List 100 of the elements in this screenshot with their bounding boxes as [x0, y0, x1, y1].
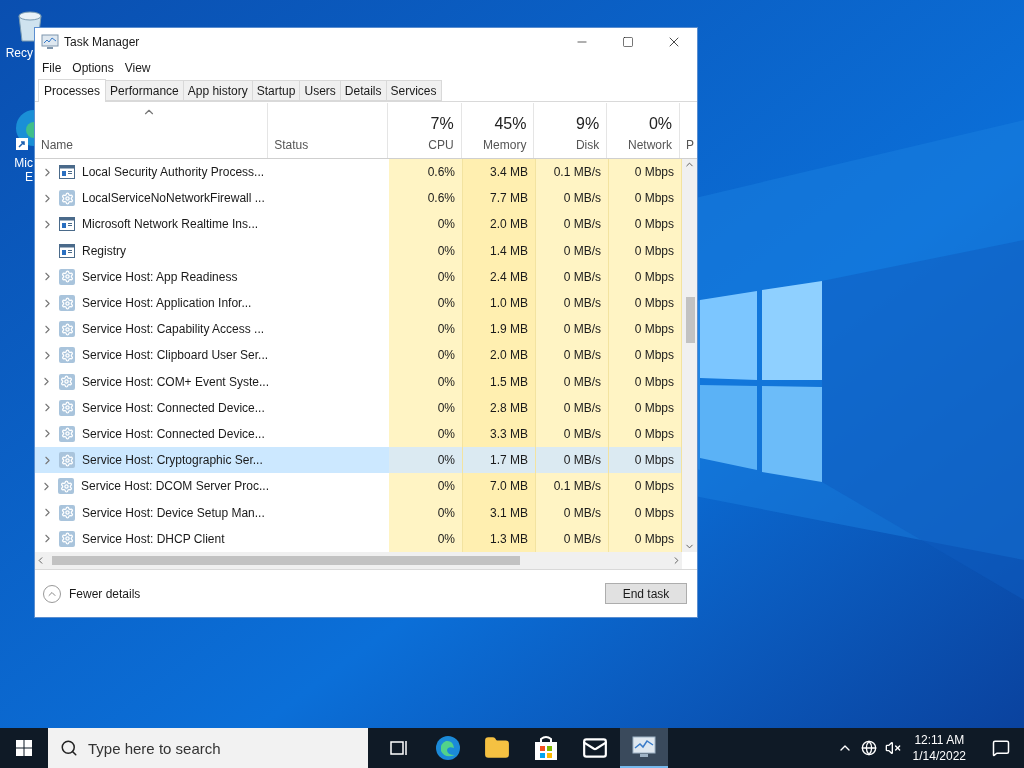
process-row[interactable]: Service Host: Device Setup Man... 0% 3.1 MB 0 MB/s 0 Mbps: [35, 499, 682, 526]
table-cell: 1.9 MB: [463, 316, 536, 343]
table-cell: 0%: [389, 394, 463, 421]
column-header[interactable]: 0% Network: [607, 103, 680, 158]
tab[interactable]: Services: [386, 80, 442, 101]
notifications-icon[interactable]: [992, 739, 1010, 757]
tab[interactable]: App history: [183, 80, 253, 101]
column-header[interactable]: 7% CPU: [387, 103, 462, 158]
fewer-details-toggle[interactable]: Fewer details: [43, 584, 141, 603]
tab[interactable]: Details: [340, 80, 387, 101]
window-icon: [59, 217, 75, 232]
browser-icon[interactable]: [13, 108, 34, 152]
table-cell: 1.5 MB: [463, 368, 536, 395]
column-header[interactable]: P: [680, 103, 697, 158]
table-cell: 0 Mbps: [609, 420, 682, 448]
table-cell: 3.3 MB: [463, 420, 536, 448]
search-field[interactable]: Type here to search: [48, 728, 368, 768]
table-cell: 0.6%: [389, 159, 463, 186]
table-cell: 0%: [389, 420, 463, 448]
gear-icon: [58, 478, 74, 495]
search-icon: [60, 739, 78, 757]
column-header[interactable]: 45% Memory: [461, 103, 535, 158]
gear-icon: [59, 399, 75, 416]
gear-icon: [59, 530, 75, 547]
shopping-bag-icon: [534, 735, 558, 761]
table-cell: 7.0 MB: [463, 473, 536, 500]
table-cell: 0%: [389, 316, 463, 343]
table-cell: 2.0 MB: [463, 342, 536, 369]
mail-icon: [582, 735, 608, 761]
horizontal-scrollbar[interactable]: [35, 552, 682, 569]
menu-item[interactable]: View: [119, 58, 156, 77]
process-row[interactable]: Service Host: App Readiness 0% 2.4 MB 0 MB/s 0 Mbps: [35, 263, 682, 290]
column-header[interactable]: Status: [268, 103, 388, 158]
date-text: 1/14/2022: [912, 748, 966, 764]
column-label: Status: [274, 137, 310, 154]
table-cell: 1.3 MB: [463, 525, 536, 552]
table-cell: 0 Mbps: [609, 394, 682, 421]
menu-item[interactable]: Options: [67, 58, 119, 77]
table-cell: 0 Mbps: [609, 447, 682, 474]
process-name: Service Host: Connected Device...: [82, 425, 265, 443]
globe-icon[interactable]: [860, 740, 877, 756]
process-row[interactable]: Service Host: Application Infor... 0% 1.0 MB 0 MB/s 0 Mbps: [35, 289, 682, 317]
process-row[interactable]: Registry 0% 1.4 MB 0 MB/s 0 Mbps: [35, 237, 682, 264]
scrollbar-thumb[interactable]: [686, 297, 695, 343]
table-cell: 0%: [389, 342, 463, 369]
process-row[interactable]: Service Host: DCOM Server Proc... 0% 7.0 MB 0.1 MB/s 0 Mbps: [35, 473, 682, 500]
vertical-scrollbar[interactable]: [682, 159, 697, 552]
table-cell: 1.4 MB: [463, 237, 536, 264]
table-cell: 0 MB/s: [536, 525, 609, 552]
process-name: Service Host: Application Infor...: [82, 295, 252, 313]
taskbar-app-button[interactable]: [620, 728, 668, 768]
column-label: Name: [41, 137, 74, 154]
scrollbar-thumb[interactable]: [52, 556, 520, 565]
process-row[interactable]: Service Host: Connected Device... 0% 2.8 MB 0 MB/s 0 Mbps: [35, 394, 682, 421]
desktop-icon-label: E: [25, 170, 34, 184]
table-cell: 0 MB/s: [536, 420, 609, 448]
column-header[interactable]: Name: [35, 103, 269, 158]
table-cell: 0 Mbps: [609, 473, 682, 500]
column-label: Network: [628, 137, 672, 154]
process-row[interactable]: Service Host: DHCP Client 0% 1.3 MB 0 MB/s 0 Mbps: [35, 525, 682, 552]
table-cell: 0.1 MB/s: [536, 159, 609, 186]
table-cell: 0 Mbps: [609, 263, 682, 290]
process-row[interactable]: Service Host: COM+ Event Syste... 0% 1.5 MB 0 MB/s 0 Mbps: [35, 368, 682, 395]
table-cell: 0%: [389, 263, 463, 290]
table-cell: 0.6%: [389, 185, 463, 212]
column-percent: 45%: [494, 114, 527, 134]
table-cell: 0 Mbps: [609, 211, 682, 238]
table-cell: 3.4 MB: [463, 159, 536, 186]
process-name: Service Host: Connected Device...: [82, 399, 265, 417]
process-name: Service Host: DHCP Client: [82, 530, 225, 548]
menu-item[interactable]: File: [37, 58, 67, 77]
end-task-button[interactable]: End task: [605, 583, 687, 604]
tab[interactable]: Processes: [38, 79, 107, 102]
desktop-icon-label: Mic: [14, 156, 34, 170]
tab[interactable]: Users: [300, 80, 341, 101]
time-text: 12:11 AM: [914, 732, 965, 748]
table-cell: 0%: [389, 473, 463, 500]
gear-icon: [59, 452, 75, 469]
process-row[interactable]: Service Host: Clipboard User Ser... 0% 2.0 MB 0 MB/s 0 Mbps: [35, 342, 682, 369]
column-header[interactable]: 9% Disk: [534, 103, 608, 158]
process-row[interactable]: LocalServiceNoNetworkFirewall ... 0.6% 7.7 MB 0 MB/s 0 Mbps: [35, 185, 682, 212]
process-row[interactable]: Microsoft Network Realtime Ins... 0% 2.0 MB 0 MB/s 0 Mbps: [35, 211, 682, 238]
task-view-icon: [389, 739, 409, 757]
process-row[interactable]: Local Security Authority Process... 0.6% 3.4 MB 0.1 MB/s 0 Mbps: [35, 159, 682, 186]
column-label: Disk: [575, 137, 600, 154]
table-cell: 0 Mbps: [609, 368, 682, 395]
column-label: P: [686, 137, 696, 154]
muted-speaker-icon[interactable]: [884, 740, 901, 756]
tab[interactable]: Startup: [252, 80, 301, 101]
process-row[interactable]: Service Host: Connected Device... 0% 3.3 MB 0 MB/s 0 Mbps: [35, 420, 682, 448]
gear-icon: [59, 190, 75, 207]
gear-icon: [59, 425, 75, 442]
process-row[interactable]: Service Host: Cryptographic Ser... 0% 1.7 MB 0 MB/s 0 Mbps: [35, 447, 682, 474]
maximize-icon: [622, 36, 634, 48]
table-cell: 0 Mbps: [609, 342, 682, 369]
clock[interactable]: 12:11 AM 1/14/2022: [908, 732, 970, 764]
table-cell: 0 Mbps: [609, 316, 682, 343]
table-cell: 0%: [389, 447, 463, 474]
tab[interactable]: Performance: [106, 80, 184, 101]
process-row[interactable]: Service Host: Capability Access ... 0% 1.9 MB 0 MB/s 0 Mbps: [35, 316, 682, 343]
